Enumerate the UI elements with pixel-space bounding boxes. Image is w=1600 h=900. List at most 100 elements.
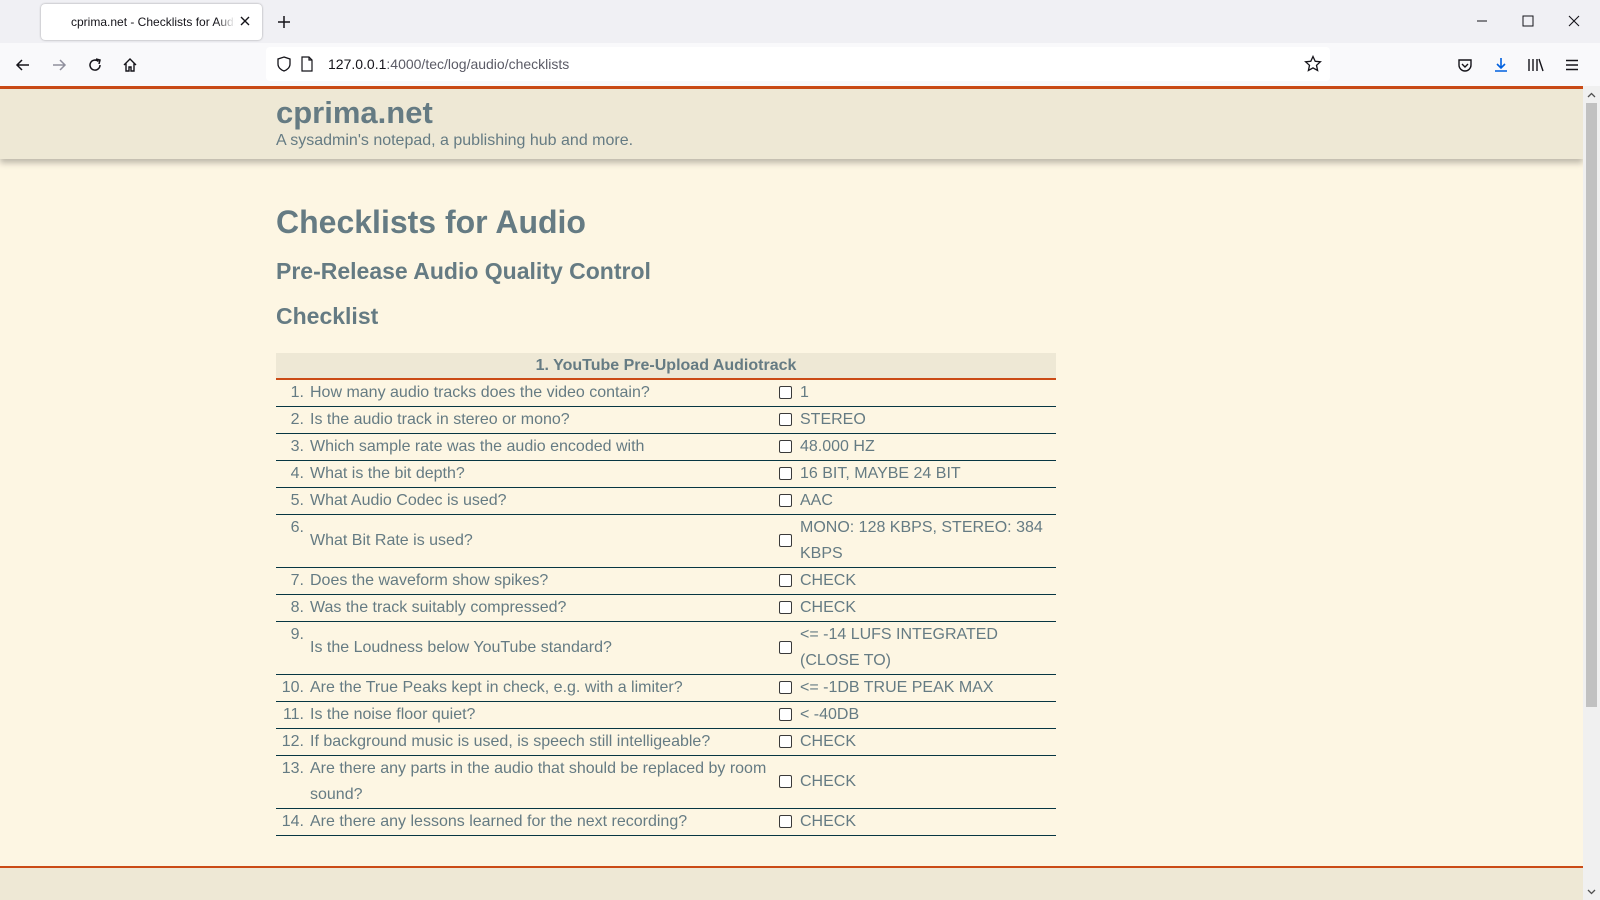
close-icon xyxy=(1568,15,1580,27)
item-checkbox-cell xyxy=(772,621,792,675)
forward-button[interactable] xyxy=(44,50,74,80)
item-question: Are the True Peaks kept in check, e.g. w… xyxy=(306,674,772,702)
item-number: 5. xyxy=(276,487,306,515)
item-checkbox[interactable] xyxy=(779,735,792,749)
checklist-row: 11. Is the noise floor quiet? < -40DB xyxy=(276,701,1056,729)
item-checkbox-cell xyxy=(772,379,792,407)
item-answer: <= -1DB TRUE PEAK MAX xyxy=(792,674,1056,702)
item-checkbox-cell xyxy=(772,755,792,809)
item-checkbox-cell xyxy=(772,514,792,568)
item-answer: CHECK xyxy=(792,808,1056,836)
browser-nav-bar: 127.0.0.1:4000/tec/log/audio/checklists xyxy=(0,43,1600,86)
item-checkbox-cell xyxy=(772,487,792,515)
close-tab-icon[interactable] xyxy=(236,12,254,30)
close-window-button[interactable] xyxy=(1559,6,1589,36)
item-checkbox-cell xyxy=(772,406,792,434)
item-checkbox[interactable] xyxy=(779,641,792,655)
download-icon xyxy=(1495,58,1507,72)
item-number: 6. xyxy=(276,514,306,568)
scroll-up-arrow-icon[interactable] xyxy=(1583,86,1600,103)
item-checkbox[interactable] xyxy=(779,413,792,427)
url-bar[interactable]: 127.0.0.1:4000/tec/log/audio/checklists xyxy=(266,47,1330,81)
item-answer: < -40DB xyxy=(792,701,1056,729)
url-text[interactable]: 127.0.0.1:4000/tec/log/audio/checklists xyxy=(328,56,569,72)
checklist-body: 1. How many audio tracks does the video c… xyxy=(276,379,1056,836)
item-answer: 16 BIT, MAYBE 24 BIT xyxy=(792,460,1056,488)
item-answer: CHECK xyxy=(792,755,1056,809)
item-question: Is the noise floor quiet? xyxy=(306,701,772,729)
item-question: Was the track suitably compressed? xyxy=(306,594,772,622)
bookmark-star-icon[interactable] xyxy=(1304,54,1322,78)
menu-button[interactable] xyxy=(1557,50,1587,80)
item-checkbox[interactable] xyxy=(779,681,792,695)
scroll-down-arrow-icon[interactable] xyxy=(1583,883,1600,900)
hamburger-menu-icon xyxy=(1566,59,1578,71)
page-viewport: cprima.net A sysadmin's notepad, a publi… xyxy=(0,86,1583,900)
library-icon xyxy=(1528,58,1544,72)
maximize-window-button[interactable] xyxy=(1513,6,1543,36)
scrollbar-thumb[interactable] xyxy=(1586,103,1597,707)
section-heading: Checklist xyxy=(276,303,379,329)
forward-arrow-icon xyxy=(53,59,67,71)
new-tab-button[interactable] xyxy=(272,10,296,34)
browser-tab-bar: cprima.net - Checklists for Audio xyxy=(0,0,1600,43)
item-checkbox-cell xyxy=(772,567,792,595)
item-question: Is the audio track in stereo or mono? xyxy=(306,406,772,434)
minimize-icon xyxy=(1477,20,1487,22)
checklist-row: 10. Are the True Peaks kept in check, e.g… xyxy=(276,674,1056,702)
back-button[interactable] xyxy=(8,50,38,80)
item-checkbox[interactable] xyxy=(779,574,792,588)
downloads-button[interactable] xyxy=(1486,50,1516,80)
item-checkbox[interactable] xyxy=(779,775,792,789)
checklist-row: 3. Which sample rate was the audio encode… xyxy=(276,433,1056,461)
page-icon[interactable] xyxy=(300,56,314,77)
item-checkbox[interactable] xyxy=(779,440,792,454)
site-header: cprima.net A sysadmin's notepad, a publi… xyxy=(0,89,1583,159)
checklist-table: 1. YouTube Pre-Upload Audiotrack 1. How m… xyxy=(276,353,1056,836)
item-answer: CHECK xyxy=(792,567,1056,595)
checklist-header: 1. YouTube Pre-Upload Audiotrack xyxy=(276,353,1056,380)
item-checkbox[interactable] xyxy=(779,708,792,722)
checklist-row: 5. What Audio Codec is used? AAC xyxy=(276,487,1056,515)
item-question: How many audio tracks does the video con… xyxy=(306,379,772,407)
maximize-icon xyxy=(1522,15,1534,27)
site-description: A sysadmin's notepad, a publishing hub a… xyxy=(276,132,634,149)
item-checkbox[interactable] xyxy=(779,494,792,508)
pocket-icon xyxy=(1458,59,1472,72)
home-icon xyxy=(123,58,137,72)
item-checkbox-cell xyxy=(772,728,792,756)
item-checkbox[interactable] xyxy=(779,601,792,615)
item-checkbox-cell xyxy=(772,701,792,729)
checklist-row: 6. What Bit Rate is used? MONO: 128 KBPS, … xyxy=(276,514,1056,568)
back-arrow-icon xyxy=(15,59,29,71)
pocket-button[interactable] xyxy=(1450,50,1480,80)
item-number: 3. xyxy=(276,433,306,461)
item-checkbox[interactable] xyxy=(779,815,792,829)
item-answer: MONO: 128 KBPS, STEREO: 384 KBPS xyxy=(792,514,1056,568)
item-number: 4. xyxy=(276,460,306,488)
library-button[interactable] xyxy=(1521,50,1551,80)
item-question: Does the waveform show spikes? xyxy=(306,567,772,595)
item-question: If background music is used, is speech s… xyxy=(306,728,772,756)
browser-tab[interactable]: cprima.net - Checklists for Audio xyxy=(41,4,262,40)
vertical-scrollbar[interactable] xyxy=(1583,86,1600,900)
item-number: 8. xyxy=(276,594,306,622)
shield-icon[interactable] xyxy=(276,56,292,77)
minimize-window-button[interactable] xyxy=(1467,6,1497,36)
item-checkbox[interactable] xyxy=(779,467,792,481)
url-host: 127.0.0.1 xyxy=(328,56,387,72)
reload-button[interactable] xyxy=(80,50,110,80)
item-number: 1. xyxy=(276,379,306,407)
item-question: What is the bit depth? xyxy=(306,460,772,488)
checklist-header-row: 1. YouTube Pre-Upload Audiotrack xyxy=(276,353,1056,380)
site-title-link[interactable]: cprima.net xyxy=(276,95,433,131)
item-checkbox[interactable] xyxy=(779,386,792,400)
item-checkbox-cell xyxy=(772,433,792,461)
item-checkbox[interactable] xyxy=(779,534,792,548)
item-checkbox-cell xyxy=(772,808,792,836)
item-answer: CHECK xyxy=(792,594,1056,622)
home-button[interactable] xyxy=(115,50,145,80)
item-checkbox-cell xyxy=(772,594,792,622)
item-answer: 1 xyxy=(792,379,1056,407)
tab-title: cprima.net - Checklists for Audio xyxy=(71,15,235,29)
